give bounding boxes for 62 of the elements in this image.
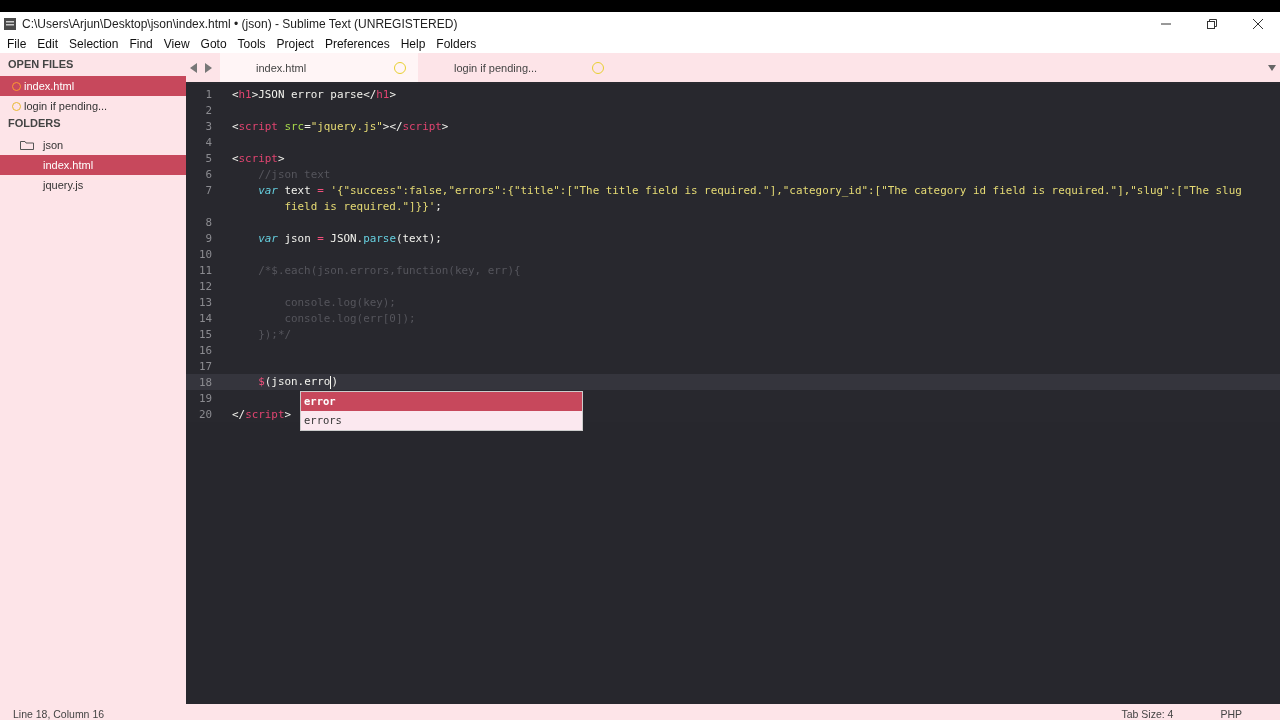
autocomplete-item[interactable]: errors xyxy=(301,411,582,431)
code-line: </script> xyxy=(232,407,292,421)
line-number: 18 xyxy=(197,375,212,389)
line-number: 15 xyxy=(197,327,212,341)
menu-item[interactable]: Project xyxy=(276,37,314,51)
line-number: 5 xyxy=(204,151,212,165)
line-number: 14 xyxy=(197,311,212,325)
line-number: 4 xyxy=(204,135,212,149)
menu-item[interactable]: Preferences xyxy=(324,37,390,51)
open-file-item[interactable]: login if pending... xyxy=(0,96,186,116)
tab-size-indicator[interactable]: Tab Size: 4 xyxy=(1121,708,1174,720)
line-number: 13 xyxy=(197,295,212,309)
syntax-indicator[interactable]: PHP xyxy=(1220,708,1242,720)
code-line: field is required."]}}'; xyxy=(283,199,442,213)
autocomplete-item[interactable]: error xyxy=(301,392,582,412)
line-number: 16 xyxy=(197,343,212,357)
line-number: 19 xyxy=(197,391,212,405)
tree-item[interactable]: jquery.js xyxy=(0,175,186,195)
line-number: 9 xyxy=(204,231,212,245)
menu-item[interactable]: Edit xyxy=(37,37,59,51)
line-number: 6 xyxy=(204,167,212,181)
tab[interactable]: login if pending... xyxy=(418,53,616,82)
tree-item[interactable]: index.html xyxy=(0,155,186,175)
menu-item[interactable]: Goto xyxy=(200,37,227,51)
menu-item[interactable]: File xyxy=(7,37,27,51)
line-number: 11 xyxy=(197,263,212,277)
line-number: 10 xyxy=(197,247,212,261)
section-heading: OPEN FILES xyxy=(7,57,75,72)
code-line: <h1>JSON error parse</h1> xyxy=(232,87,396,101)
code-line: <script> xyxy=(232,151,285,165)
folder-icon xyxy=(20,140,34,150)
line-number: 3 xyxy=(204,119,212,133)
cursor-position: Line 18, Column 16 xyxy=(12,708,106,720)
open-file-item[interactable]: index.html xyxy=(0,76,186,96)
window-title: C:\Users\Arjun\Desktop\json\index.html • (json) - Sublime Text (UNREGISTERED) xyxy=(22,16,459,31)
menu-item[interactable]: Folders xyxy=(436,37,477,51)
code-line: var json = JSON.parse(text); xyxy=(257,231,442,245)
code-line: var text = '{"success":false,"errors":{"title":["The title field is required."],"category_id":["The category id field is required."],"slug":["The slug xyxy=(257,183,1242,197)
next-tab-icon[interactable] xyxy=(204,62,212,73)
menu-item[interactable]: Tools xyxy=(237,37,266,51)
menu-item[interactable]: Selection xyxy=(69,37,119,51)
restore-icon[interactable] xyxy=(1206,17,1218,30)
close-icon[interactable] xyxy=(1252,17,1264,30)
previous-tab-icon[interactable] xyxy=(190,62,198,73)
menu-item[interactable]: Help xyxy=(400,37,426,51)
line-number: 1 xyxy=(204,87,212,101)
line-number: 12 xyxy=(197,279,212,293)
app-icon xyxy=(4,17,16,30)
line-number: 2 xyxy=(204,103,212,117)
tab[interactable]: index.html xyxy=(220,53,418,82)
text-cursor xyxy=(330,375,332,389)
menu-item[interactable]: Find xyxy=(129,37,153,51)
menu-item[interactable]: View xyxy=(163,37,190,51)
code-line: });*/ xyxy=(257,327,291,341)
line-number: 8 xyxy=(204,215,212,229)
line-number: 17 xyxy=(197,359,212,373)
section-heading: FOLDERS xyxy=(7,116,62,131)
code-line: <script src="jquery.js"></script> xyxy=(232,119,449,133)
folder-name: json xyxy=(43,139,64,151)
line-number: 7 xyxy=(204,183,212,197)
line-number: 20 xyxy=(197,407,212,421)
dropdown-icon[interactable] xyxy=(1268,64,1276,71)
